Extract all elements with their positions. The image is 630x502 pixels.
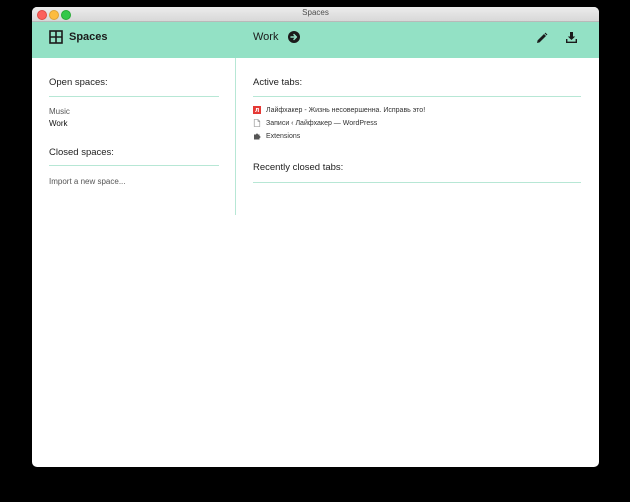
tab-title[interactable]: Записи ‹ Лайфхакер — WordPress (266, 120, 377, 127)
app-window: Spaces Spaces Work Open spaces: Music Wo… (32, 7, 599, 467)
brand-label: Spaces (69, 31, 108, 43)
active-tabs-heading: Active tabs: (253, 77, 303, 88)
space-item-music[interactable]: Music (49, 107, 70, 116)
spaces-sidebar: Open spaces: Music Work Closed spaces: I… (32, 58, 236, 215)
open-spaces-divider (49, 96, 219, 97)
open-spaces-heading: Open spaces: (49, 77, 108, 88)
app-header: Spaces Work (32, 22, 599, 58)
tab-item[interactable]: Л Лайфхакер - Жизнь несовершенна. Исправ… (253, 106, 425, 114)
import-space-link[interactable]: Import a new space... (49, 177, 125, 186)
arrow-right-circle-icon[interactable] (288, 31, 301, 43)
tab-item[interactable]: Extensions (253, 132, 300, 140)
download-icon[interactable] (565, 31, 578, 44)
grid-icon (49, 30, 63, 44)
title-bar[interactable]: Spaces (32, 7, 599, 22)
closed-spaces-heading: Closed spaces: (49, 147, 114, 158)
tab-title[interactable]: Extensions (266, 133, 300, 140)
recently-closed-heading: Recently closed tabs: (253, 162, 344, 173)
svg-text:Л: Л (255, 108, 260, 114)
current-space[interactable]: Work (253, 31, 301, 43)
tab-item[interactable]: Записи ‹ Лайфхакер — WordPress (253, 119, 377, 127)
recently-closed-divider (253, 182, 581, 183)
window-title: Spaces (302, 8, 329, 17)
puzzle-icon (254, 133, 261, 140)
space-item-work[interactable]: Work (49, 119, 68, 128)
current-space-name[interactable]: Work (253, 31, 278, 43)
tab-title[interactable]: Лайфхакер - Жизнь несовершенна. Исправь … (266, 107, 425, 114)
closed-spaces-divider (49, 165, 219, 166)
lifehacker-favicon-icon: Л (253, 106, 261, 114)
brand: Spaces (49, 30, 108, 44)
pencil-icon[interactable] (535, 32, 548, 45)
active-tabs-divider (253, 96, 581, 97)
page-icon (253, 119, 261, 127)
